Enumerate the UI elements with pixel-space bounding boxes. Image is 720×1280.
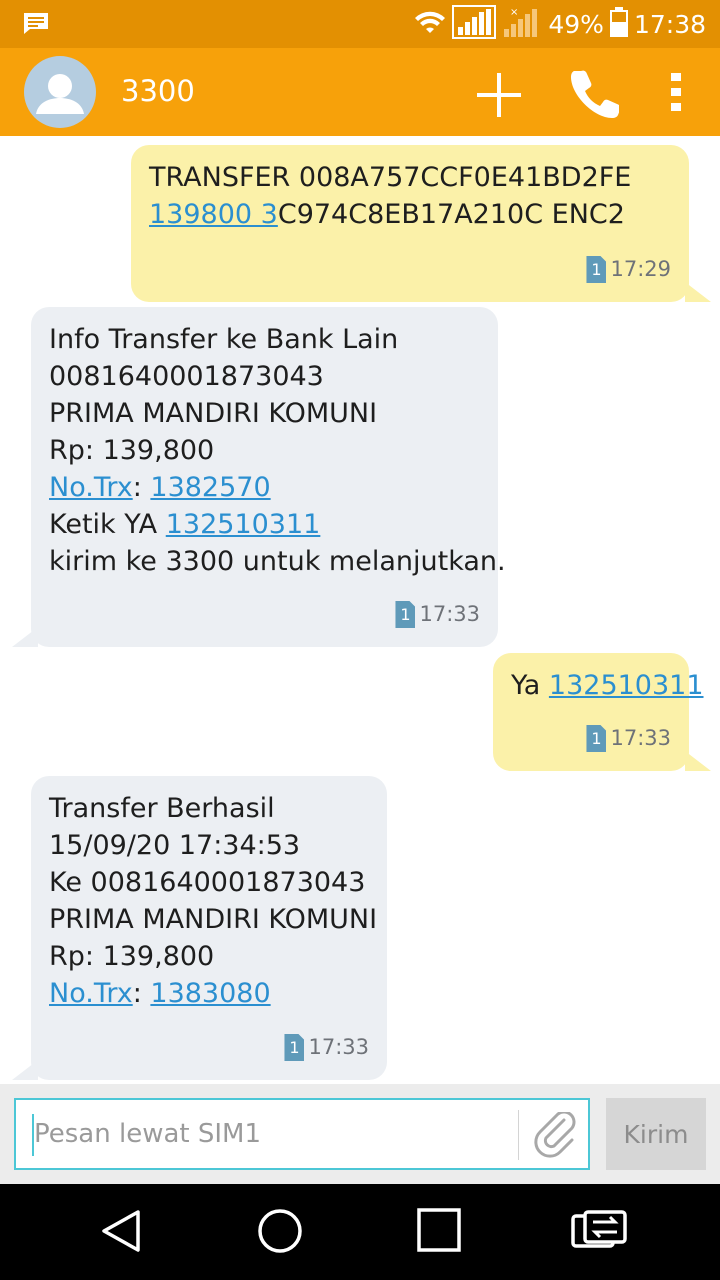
message-line: PRIMA MANDIRI KOMUNI [49,398,378,429]
message-time: 17:33 [610,726,671,750]
message-bubble-outgoing[interactable]: Ya 132510311 1 17:33 [493,653,704,771]
recents-icon[interactable] [417,1208,461,1256]
add-icon[interactable] [474,70,524,124]
trx-number-link[interactable]: 1382570 [150,472,270,503]
person-icon [36,74,84,114]
message-meta: 1 17:33 [395,596,480,633]
message-time: 17:33 [419,602,480,626]
app-bar: 3300 [0,48,720,136]
more-vert-icon[interactable] [670,72,682,116]
battery-percent: 49% [548,9,604,39]
sim-switch-icon[interactable] [571,1210,627,1254]
message-meta: 1 17:33 [586,720,671,757]
message-line: Rp: 139,800 [49,435,215,466]
status-bar: × 49% 17:38 [0,0,720,48]
message-line: No.Trx: 1383080 [49,975,369,1012]
contact-name[interactable]: 3300 [121,74,195,108]
message-time: 17:29 [610,257,671,281]
message-line: PRIMA MANDIRI KOMUNI [49,904,378,935]
composer-bar: Pesan lewat SIM1 Kirim [0,1084,720,1184]
sim-card-icon: 1 [284,1034,305,1061]
code-number-link[interactable]: 132510311 [549,670,704,701]
message-time: 17:33 [308,1035,369,1059]
home-icon[interactable] [257,1208,303,1258]
message-text: : [132,472,151,503]
message-meta: 1 17:33 [284,1029,369,1066]
message-line: 139800 3C974C8EB17A210C ENC2 [149,196,671,233]
message-line: Ya 132510311 [511,667,704,704]
message-notification-icon [22,11,50,39]
message-text: Ketik YA [49,509,166,540]
message-line: No.Trx: 1382570 [49,469,480,506]
battery-icon [609,7,628,41]
message-line: 0081640001873043 [49,361,324,392]
signal-sim2-icon: × [502,5,542,43]
trx-label-link[interactable]: No.Trx [49,978,133,1009]
message-input[interactable]: Pesan lewat SIM1 [14,1098,590,1170]
message-line: Ke 0081640001873043 [49,867,366,898]
message-line: TRANSFER 008A757CCF0E41BD2FE [149,162,632,193]
trx-label-link[interactable]: No.Trx [49,472,133,503]
message-thread[interactable]: TRANSFER 008A757CCF0E41BD2FE 139800 3C97… [0,136,720,1084]
message-line: kirim ke 3300 untuk melanjutkan. [49,546,506,577]
message-text: C974C8EB17A210C ENC2 [277,199,625,230]
phone-number-link[interactable]: 139800 3 [149,199,278,230]
message-line: Transfer Berhasil [49,793,275,824]
send-button[interactable]: Kirim [606,1098,706,1170]
phone-icon[interactable] [571,68,621,122]
signal-sim1-icon [452,5,497,43]
back-icon[interactable] [100,1208,142,1258]
sim-card-icon: 1 [395,601,416,628]
trx-number-link[interactable]: 1383080 [150,978,270,1009]
message-bubble-outgoing[interactable]: TRANSFER 008A757CCF0E41BD2FE 139800 3C97… [131,145,689,302]
navigation-bar [0,1184,720,1280]
contact-avatar[interactable] [24,56,96,128]
message-line: Ketik YA 132510311 [49,506,480,543]
attach-icon[interactable] [534,1110,578,1162]
message-line: Info Transfer ke Bank Lain [49,324,399,355]
status-time: 17:38 [633,9,706,39]
sim-card-icon: 1 [586,256,607,283]
code-number-link[interactable]: 132510311 [166,509,321,540]
svg-text:×: × [510,7,518,18]
sim-card-icon: 1 [586,725,607,752]
message-line: 15/09/20 17:34:53 [49,830,301,861]
message-line: Rp: 139,800 [49,941,215,972]
message-input-placeholder: Pesan lewat SIM1 [34,1119,261,1149]
message-text: Ya [511,670,549,701]
message-meta: 1 17:29 [586,251,671,288]
message-bubble-incoming[interactable]: Transfer Berhasil 15/09/20 17:34:53 Ke 0… [31,776,387,1080]
message-bubble-incoming[interactable]: Info Transfer ke Bank Lain 0081640001873… [31,307,506,647]
divider [518,1110,519,1160]
wifi-icon [414,9,446,39]
message-text: : [132,978,151,1009]
